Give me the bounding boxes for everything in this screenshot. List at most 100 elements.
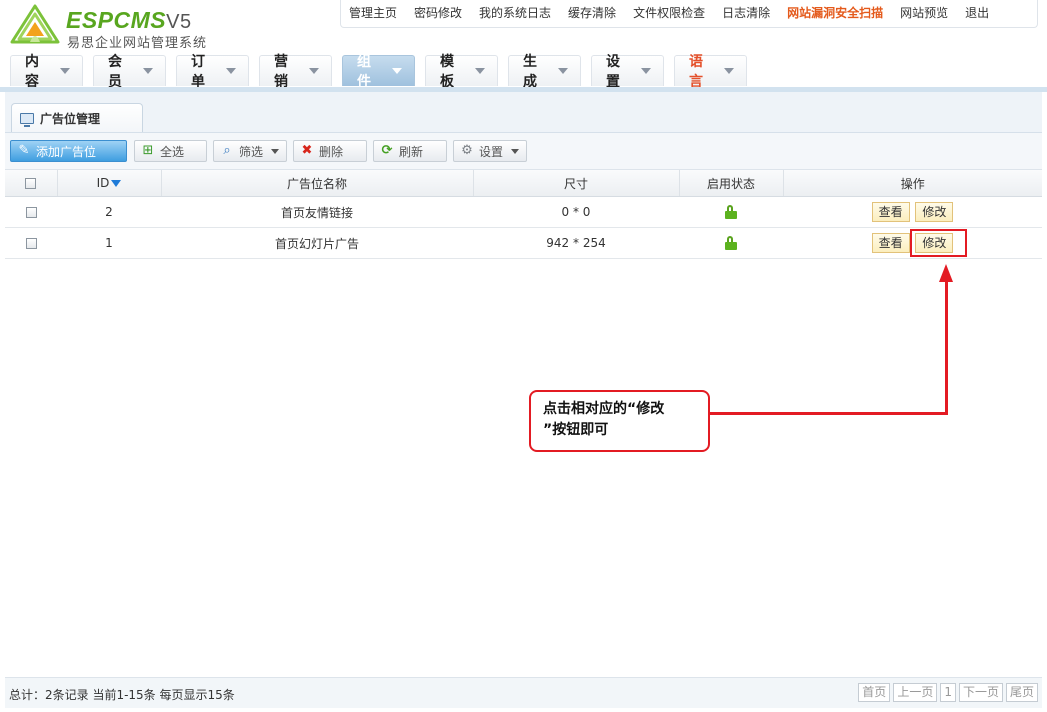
table-header-row: ID 广告位名称 尺寸 启用状态 操作 — [5, 170, 1042, 197]
nav-tab-label: 设置 — [606, 54, 620, 90]
page-prev[interactable]: 上一页 — [893, 683, 938, 702]
unlock-icon[interactable] — [725, 236, 737, 251]
top-links-bar: 管理主页 密码修改 我的系统日志 缓存清除 文件权限检查 日志清除 网站漏洞安全… — [340, 0, 1038, 28]
view-button[interactable]: 查看 — [871, 202, 910, 222]
search-icon: ⌕ — [223, 143, 231, 158]
filter-button[interactable]: ⌕ 筛选 — [213, 140, 287, 162]
top-link-file-permission[interactable]: 文件权限检查 — [633, 0, 705, 27]
chevron-down-icon — [724, 68, 734, 74]
nav-tab-label: 模板 — [440, 54, 454, 90]
delete-button[interactable]: ✖ 删除 — [293, 140, 367, 162]
page-first[interactable]: 首页 — [858, 683, 891, 702]
chevron-down-icon — [475, 68, 485, 74]
button-label: 删除 — [319, 144, 344, 159]
sort-desc-icon — [111, 180, 122, 187]
header-id[interactable]: ID — [57, 170, 162, 197]
row-checkbox[interactable] — [25, 207, 37, 218]
nav-tab-generate[interactable]: 生成 — [508, 54, 581, 90]
row-status — [679, 196, 783, 228]
page-next[interactable]: 下一页 — [958, 683, 1003, 702]
gear-icon: ⚙ — [461, 143, 473, 158]
chevron-down-icon — [226, 68, 236, 74]
button-label: 筛选 — [239, 144, 264, 159]
monitor-icon — [20, 112, 34, 127]
annotation-line-2: ”按钮即可 — [543, 422, 609, 438]
nav-tab-orders[interactable]: 订单 — [176, 54, 249, 90]
panel-tab-bar: 广告位管理 — [5, 92, 1042, 133]
unlock-icon[interactable] — [725, 205, 737, 220]
nav-tab-label: 营销 — [274, 54, 288, 90]
header-name: 广告位名称 — [161, 170, 474, 197]
nav-tab-label: 生成 — [523, 54, 537, 90]
settings-button[interactable]: ⚙ 设置 — [453, 140, 527, 162]
nav-tab-label: 语言 — [689, 54, 703, 90]
chevron-down-icon — [309, 68, 319, 74]
header-select — [5, 170, 58, 197]
select-all-checkbox[interactable] — [25, 178, 37, 189]
logo-icon — [10, 4, 60, 44]
chevron-down-icon — [60, 68, 70, 74]
top-link-clear-cache[interactable]: 缓存清除 — [568, 0, 616, 27]
nav-tab-label: 内容 — [25, 54, 39, 90]
top-link-preview[interactable]: 网站预览 — [900, 0, 948, 27]
refresh-icon: ⟳ — [381, 143, 393, 158]
header-operations: 操作 — [783, 170, 1042, 197]
toolbar: ✎ 添加广告位 ⊞ 全选 ⌕ 筛选 ✖ 删除 ⟳ 刷新 ⚙ 设置 — [5, 133, 1042, 170]
annotation-line-1: 点击相对应的“修改 — [543, 401, 665, 417]
nav-tab-label: 组件 — [357, 54, 371, 90]
tab-label: 广告位管理 — [40, 111, 101, 126]
table-row: 2 首页友情链接 0 * 0 查看 修改 — [5, 196, 1042, 228]
row-size: 942 * 254 — [473, 227, 679, 259]
select-all-icon: ⊞ — [142, 143, 154, 158]
logo-subtitle: 易思企业网站管理系统 — [67, 36, 208, 51]
row-status — [679, 227, 783, 259]
chevron-down-icon — [511, 148, 520, 154]
nav-tab-settings[interactable]: 设置 — [591, 54, 664, 90]
row-size: 0 * 0 — [473, 196, 679, 228]
chevron-down-icon — [558, 68, 568, 74]
row-id: 1 — [57, 227, 161, 259]
row-name: 首页友情链接 — [161, 196, 473, 228]
page-last[interactable]: 尾页 — [1005, 683, 1038, 702]
nav-tab-marketing[interactable]: 营销 — [259, 54, 332, 90]
nav-tab-components[interactable]: 组件 — [342, 54, 415, 90]
top-link-security-scan[interactable]: 网站漏洞安全扫描 — [787, 0, 883, 27]
top-link-home[interactable]: 管理主页 — [349, 0, 397, 27]
row-name: 首页幻灯片广告 — [161, 227, 473, 259]
edit-button-highlight — [910, 229, 967, 257]
view-button[interactable]: 查看 — [871, 233, 910, 253]
row-id: 2 — [57, 196, 161, 228]
chevron-down-icon — [392, 68, 402, 74]
button-label: 全选 — [160, 144, 185, 159]
nav-tab-members[interactable]: 会员 — [93, 54, 166, 90]
nav-tab-content[interactable]: 内容 — [10, 54, 83, 90]
header-label: ID — [96, 176, 110, 190]
add-ad-position-button[interactable]: ✎ 添加广告位 — [10, 140, 127, 162]
row-operations: 查看 修改 — [783, 196, 1042, 228]
top-link-logout[interactable]: 退出 — [965, 0, 989, 27]
add-icon: ✎ — [18, 143, 30, 158]
chevron-down-icon — [143, 68, 153, 74]
nav-tab-language[interactable]: 语言 — [674, 54, 747, 90]
page-current[interactable]: 1 — [940, 683, 956, 702]
top-link-password[interactable]: 密码修改 — [414, 0, 462, 27]
chevron-down-icon — [641, 68, 651, 74]
delete-icon: ✖ — [301, 143, 313, 158]
chevron-down-icon — [271, 148, 280, 154]
tab-ad-position-management[interactable]: 广告位管理 — [11, 103, 143, 132]
logo[interactable]: ESPCMSV5 易思企业网站管理系统 — [10, 4, 230, 51]
row-checkbox[interactable] — [25, 238, 37, 249]
top-link-clear-log[interactable]: 日志清除 — [722, 0, 770, 27]
edit-button[interactable]: 修改 — [915, 202, 954, 222]
refresh-button[interactable]: ⟳ 刷新 — [373, 140, 447, 162]
nav-tab-templates[interactable]: 模板 — [425, 54, 498, 90]
select-all-button[interactable]: ⊞ 全选 — [134, 140, 207, 162]
annotation-callout: 点击相对应的“修改 ”按钮即可 — [529, 390, 710, 452]
button-label: 设置 — [479, 144, 504, 159]
main-nav: 内容 会员 订单 营销 组件 模板 生成 设置 语言 — [10, 54, 757, 90]
logo-brand: ESPCMSV5 — [66, 7, 192, 33]
header-status: 启用状态 — [679, 170, 784, 197]
nav-tab-label: 会员 — [108, 54, 122, 90]
ad-position-table: ID 广告位名称 尺寸 启用状态 操作 2 首页友情链接 0 * 0 查看 修改 — [5, 170, 1042, 259]
top-link-my-log[interactable]: 我的系统日志 — [479, 0, 551, 27]
